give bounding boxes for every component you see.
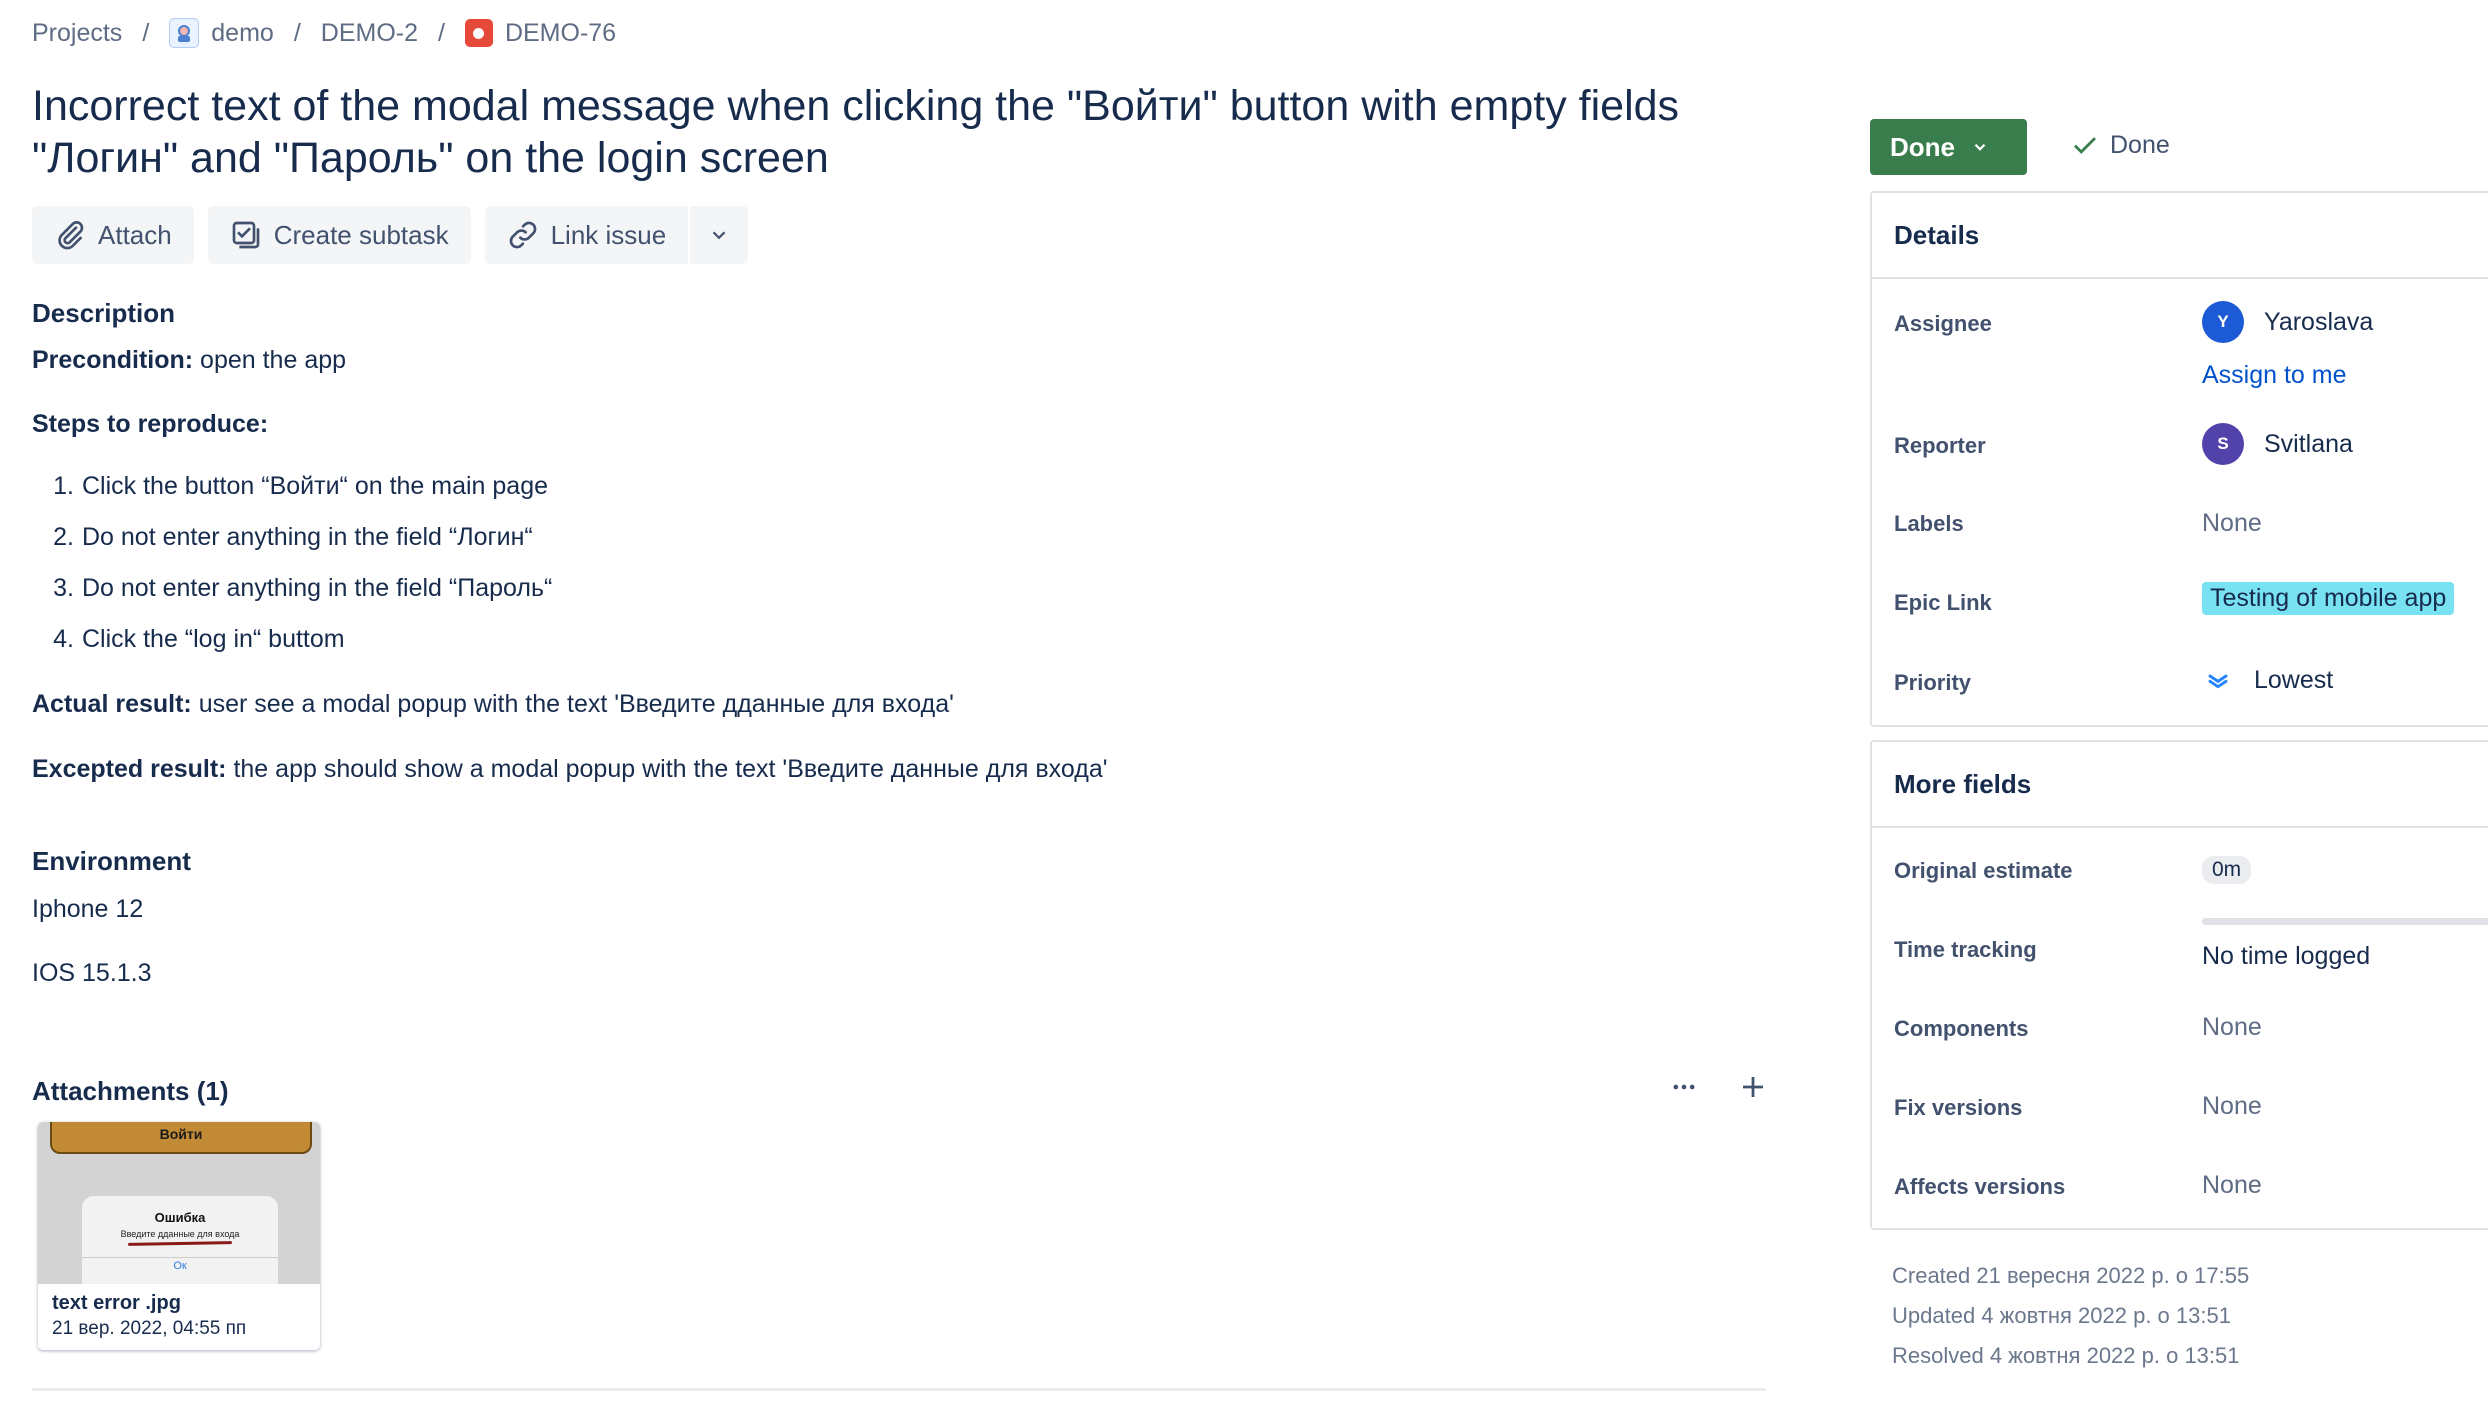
time-tracking-value[interactable]: No time logged [2202, 918, 2488, 978]
list-item: 2. Do not enter anything in the field “Ло… [53, 523, 533, 551]
subtask-icon [232, 221, 260, 249]
epic-link-value[interactable]: Testing of mobile app [2202, 582, 2455, 615]
components-value[interactable]: None [2202, 1013, 2262, 1042]
more-actions-button[interactable] [690, 206, 749, 264]
updated-date: Updated 4 жовтня 2022 р. о 13:51 [1892, 1303, 2231, 1328]
environment-line: Iphone 12 [32, 895, 144, 923]
more-fields-heading[interactable]: More fields [1872, 742, 2488, 828]
project-avatar-icon [169, 18, 200, 48]
labels-value[interactable]: None [2202, 509, 2262, 538]
created-date: Created 21 вересня 2022 р. о 17:55 [1892, 1263, 2250, 1288]
components-label: Components [1894, 1016, 2029, 1041]
affects-versions-value[interactable]: None [2202, 1171, 2262, 1200]
priority-lowest-icon [2208, 674, 2228, 689]
time-tracking-label: Time tracking [1894, 937, 2037, 962]
thumb-modal-text: Введите дданные для входа [120, 1229, 240, 1239]
assignee-name: Yaroslava [2264, 307, 2374, 336]
status-label: Done [1890, 131, 1955, 162]
fix-versions-value[interactable]: None [2202, 1092, 2262, 1121]
attach-button[interactable]: Attach [32, 206, 194, 264]
original-estimate-label: Original estimate [1894, 858, 2073, 883]
paperclip-icon [58, 221, 84, 250]
divider [32, 1388, 1766, 1391]
breadcrumb-separator: / [293, 18, 301, 47]
status-button[interactable]: Done [1870, 119, 2027, 175]
environment-line: IOS 15.1.3 [32, 959, 152, 987]
more-fields-panel: More fields Original estimate 0m Time tr… [1870, 740, 2488, 1230]
breadcrumb-issue[interactable]: DEMO-76 [464, 18, 617, 48]
precondition: Precondition: open the app [32, 346, 347, 374]
breadcrumb-project-label: demo [211, 18, 274, 47]
fix-versions-label: Fix versions [1894, 1095, 2023, 1120]
chevron-down-icon [712, 231, 726, 240]
steps-heading: Steps to reproduce: [32, 410, 269, 438]
breadcrumb-separator: / [438, 18, 445, 47]
avatar: Y [2202, 301, 2244, 343]
assign-to-me-link[interactable]: Assign to me [2202, 361, 2347, 390]
affects-versions-label: Affects versions [1894, 1174, 2066, 1199]
reporter-name: Svitlana [2264, 429, 2353, 458]
breadcrumb: Projects / demo / DEMO-2 / DEMO-76 [32, 18, 616, 48]
attachment-file-date: 21 вер. 2022, 04:55 пп [52, 1318, 247, 1339]
more-icon[interactable] [1670, 1073, 1698, 1109]
original-estimate-value[interactable]: 0m [2202, 856, 2252, 884]
attach-label: Attach [98, 219, 172, 250]
link-issue-split: Link issue [484, 206, 749, 264]
breadcrumb-parent[interactable]: DEMO-2 [321, 19, 418, 48]
attachments-heading: Attachments (1) [32, 1076, 229, 1106]
list-item: 4. Click the “log in“ buttom [53, 625, 345, 653]
create-subtask-label: Create subtask [273, 219, 449, 250]
thumb-modal: Ошибка Введите дданные для входа Ок [82, 1196, 278, 1284]
assignee-label: Assignee [1894, 311, 1992, 336]
resolved-date: Resolved 4 жовтня 2022 р. о 13:51 [1892, 1343, 2240, 1368]
time-tracking-bar [2202, 918, 2488, 925]
actual-result: Actual result: user see a modal popup wi… [32, 690, 954, 718]
chevron-down-icon [1974, 143, 1986, 151]
time-tracking-text: No time logged [2202, 942, 2371, 970]
link-issue-label: Link issue [550, 219, 667, 250]
reporter-value[interactable]: S Svitlana [2202, 423, 2353, 465]
estimate-lozenge: 0m [2202, 856, 2252, 884]
add-icon[interactable] [1738, 1072, 1768, 1110]
expected-result: Excepted result: the app should show a m… [32, 755, 1108, 783]
avatar: S [2202, 423, 2244, 465]
breadcrumb-separator: / [142, 18, 150, 47]
list-item: 3. Do not enter anything in the field “Па… [53, 574, 553, 602]
assignee-value[interactable]: Y Yaroslava [2202, 301, 2373, 343]
check-icon [2074, 137, 2096, 154]
bug-icon [464, 19, 493, 47]
priority-label: Priority [1894, 670, 1972, 695]
reporter-label: Reporter [1894, 433, 1986, 458]
link-issue-button[interactable]: Link issue [484, 206, 689, 264]
labels-label: Labels [1894, 511, 1964, 536]
details-heading[interactable]: Details [1872, 193, 2488, 279]
list-item: 1. Click the button “Войти“ on the main p… [53, 472, 549, 500]
thumb-underline [127, 1241, 233, 1246]
thumb-modal-ok: Ок [82, 1257, 278, 1272]
steps-list: 1. Click the button “Войти“ on the main p… [32, 472, 552, 676]
resolution-indicator: Done [2070, 130, 2170, 160]
breadcrumb-project[interactable]: demo [169, 18, 274, 48]
issue-toolbar: Attach Create subtask Link issue [32, 206, 749, 264]
link-icon [509, 221, 536, 249]
priority-name: Lowest [2254, 665, 2334, 694]
thumb-login-button: Войти [50, 1122, 312, 1154]
issue-title[interactable]: Incorrect text of the modal message when… [32, 80, 1732, 184]
epic-lozenge: Testing of mobile app [2202, 582, 2455, 615]
attachment-thumbnail: Войти Ошибка Введите дданные для входа О… [38, 1122, 320, 1284]
environment-heading: Environment [32, 846, 191, 876]
priority-value[interactable]: Lowest [2202, 664, 2333, 696]
details-panel: Details Assignee Y Yaroslava Assign to m… [1870, 191, 2488, 727]
description-heading: Description [32, 298, 176, 328]
attachment-card[interactable]: Войти Ошибка Введите дданные для входа О… [38, 1122, 320, 1350]
attachments-actions [1670, 1072, 1768, 1110]
breadcrumb-projects[interactable]: Projects [32, 19, 122, 48]
create-subtask-button[interactable]: Create subtask [207, 206, 471, 264]
attachment-file-name: text error .jpg [52, 1292, 181, 1314]
epic-link-label: Epic Link [1894, 590, 1992, 615]
thumb-modal-title: Ошибка [154, 1210, 206, 1225]
breadcrumb-issue-label: DEMO-76 [504, 18, 617, 47]
resolution-label: Done [2110, 130, 2170, 159]
